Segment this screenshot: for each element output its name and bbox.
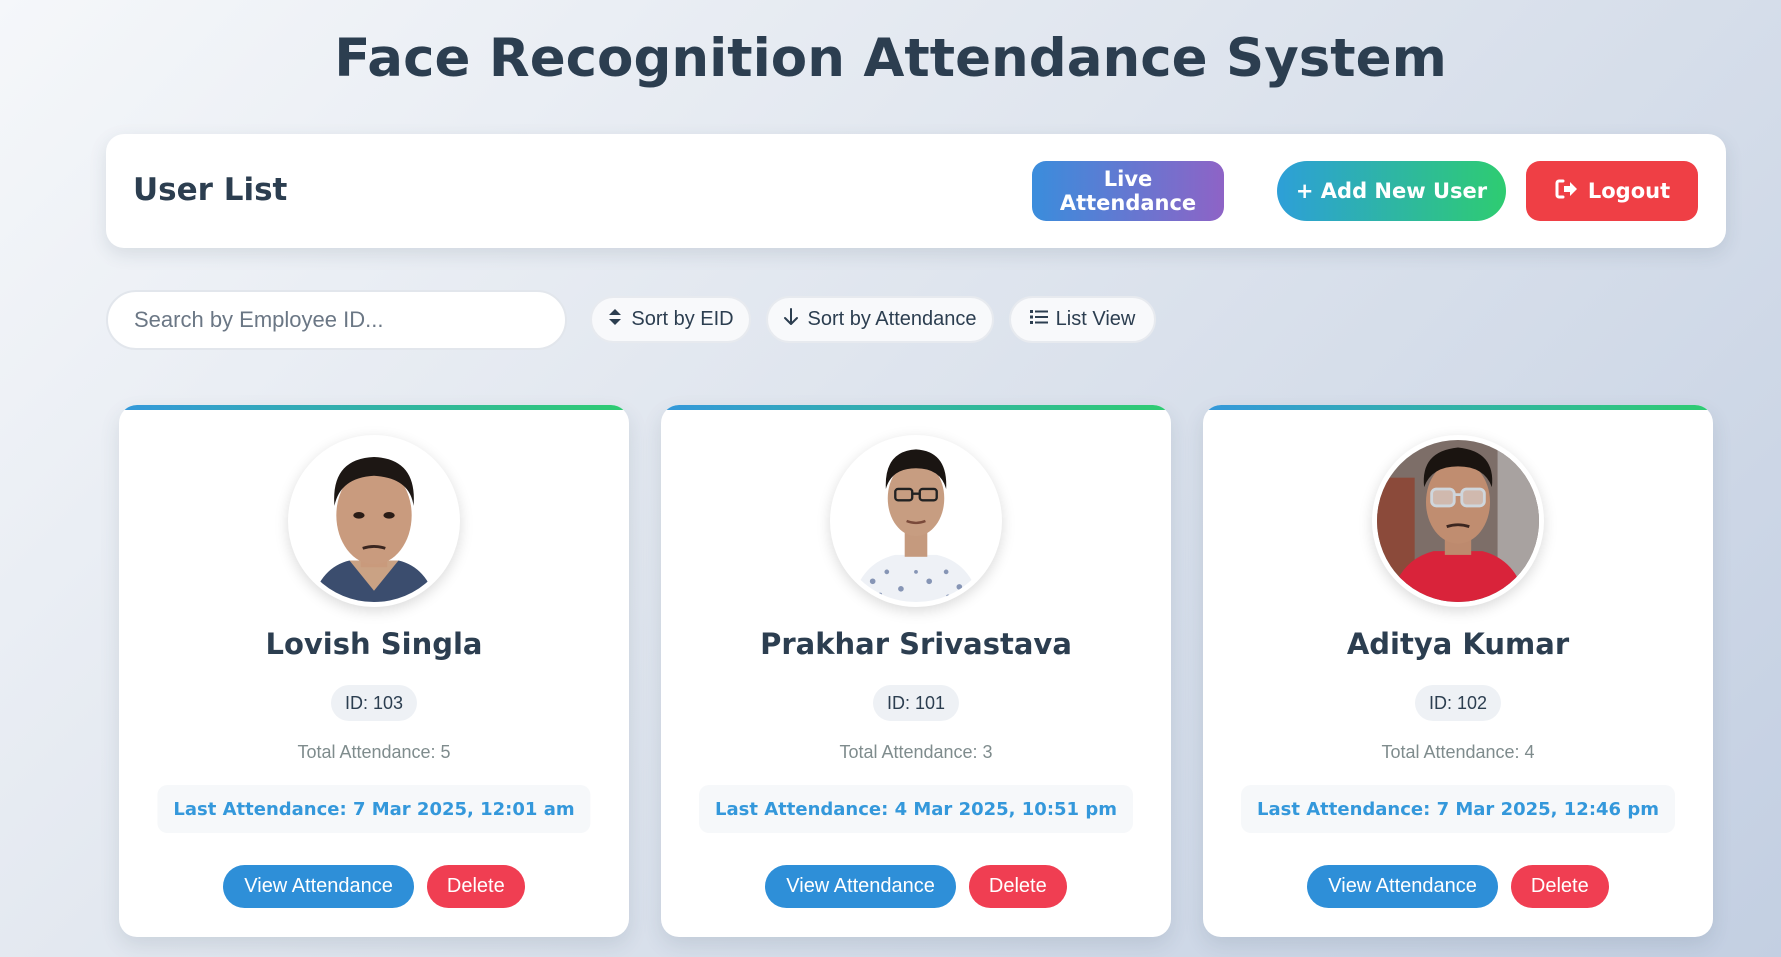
live-attendance-label: Live Attendance [1059, 167, 1197, 215]
card-actions: View Attendance Delete [661, 865, 1171, 908]
card-actions: View Attendance Delete [1203, 865, 1713, 908]
page-title: Face Recognition Attendance System [334, 28, 1447, 89]
list-view-label: List View [1055, 308, 1136, 330]
arrow-down-icon [783, 307, 799, 332]
card-actions: View Attendance Delete [119, 865, 629, 908]
view-attendance-button[interactable]: View Attendance [1307, 865, 1498, 908]
delete-button[interactable]: Delete [426, 865, 525, 908]
view-attendance-button[interactable]: View Attendance [223, 865, 414, 908]
list-icon [1029, 308, 1048, 332]
avatar [1372, 435, 1544, 607]
user-card: Lovish Singla ID: 103 Total Attendance: … [119, 405, 629, 937]
sign-out-icon [1554, 177, 1578, 206]
delete-button[interactable]: Delete [1510, 865, 1609, 908]
sort-by-attendance-button[interactable]: Sort by Attendance [766, 296, 994, 343]
avatar [288, 435, 460, 607]
user-name: Prakhar Srivastava [760, 627, 1072, 661]
delete-button[interactable]: Delete [968, 865, 1067, 908]
header-bar: User List Live Attendance + Add New User… [106, 134, 1726, 248]
employee-id-badge: ID: 101 [872, 685, 960, 721]
view-attendance-button[interactable]: View Attendance [765, 865, 956, 908]
sort-by-eid-button[interactable]: Sort by EID [590, 296, 751, 343]
add-new-user-button[interactable]: + Add New User [1277, 161, 1506, 221]
search-input[interactable] [106, 290, 567, 350]
total-attendance: Total Attendance: 4 [1381, 742, 1535, 762]
total-attendance: Total Attendance: 5 [297, 742, 451, 762]
user-card: Aditya Kumar ID: 102 Total Attendance: 4… [1203, 405, 1713, 937]
user-list-title: User List [133, 172, 288, 208]
logout-label: Logout [1587, 179, 1671, 203]
employee-id-badge: ID: 102 [1414, 685, 1502, 721]
logout-button[interactable]: Logout [1526, 161, 1698, 221]
live-attendance-button[interactable]: Live Attendance [1032, 161, 1224, 221]
last-attendance: Last Attendance: 7 Mar 2025, 12:01 am [157, 785, 591, 833]
sort-by-eid-label: Sort by EID [631, 308, 734, 330]
list-view-button[interactable]: List View [1009, 296, 1156, 343]
user-name: Aditya Kumar [1346, 627, 1570, 661]
employee-id-badge: ID: 103 [330, 685, 418, 721]
last-attendance: Last Attendance: 4 Mar 2025, 10:51 pm [699, 785, 1133, 833]
total-attendance: Total Attendance: 3 [839, 742, 993, 762]
sort-by-attendance-label: Sort by Attendance [807, 308, 977, 330]
user-name: Lovish Singla [265, 627, 483, 661]
avatar [830, 435, 1002, 607]
last-attendance: Last Attendance: 7 Mar 2025, 12:46 pm [1241, 785, 1675, 833]
sort-icon [607, 308, 623, 332]
user-card: Prakhar Srivastava ID: 101 Total Attenda… [661, 405, 1171, 937]
add-new-user-label: + Add New User [1295, 179, 1488, 203]
